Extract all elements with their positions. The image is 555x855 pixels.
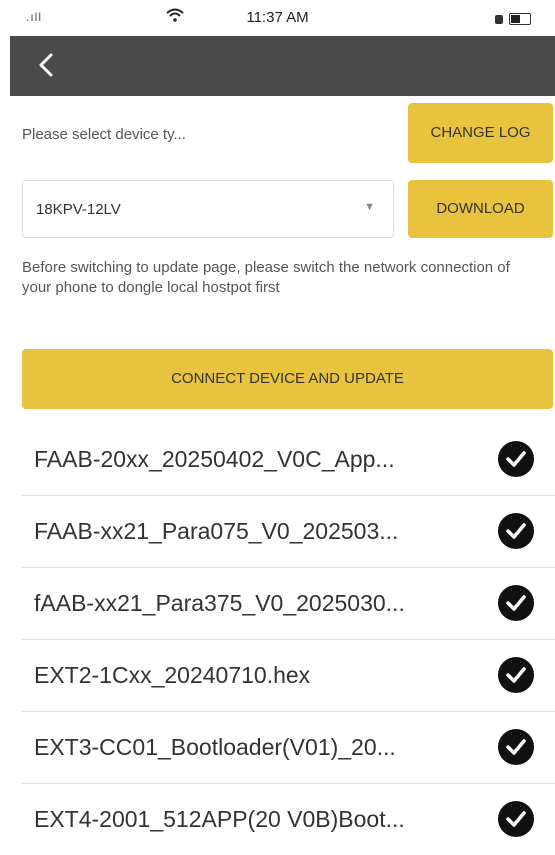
- device-type-value: 18KPV-12LV: [36, 201, 121, 218]
- chevron-left-icon[interactable]: [32, 50, 62, 80]
- checkmark-icon[interactable]: [498, 441, 534, 477]
- file-name: fAAB-xx21_Para375_V0_2025030...: [34, 590, 405, 616]
- checkmark-icon[interactable]: [498, 801, 534, 837]
- file-name: EXT3-CC01_Bootloader(V01)_20...: [34, 734, 396, 760]
- file-name: EXT4-2001_512APP(20 V0B)Boot...: [34, 806, 405, 832]
- dropdown-caret-icon: ▼: [364, 201, 375, 213]
- instruction-note: Before switching to update page, please …: [22, 259, 510, 296]
- file-name: FAAB-20xx_20250402_V0C_App...: [34, 446, 395, 472]
- list-item[interactable]: FAAB-20xx_20250402_V0C_App...: [22, 424, 555, 496]
- checkmark-icon[interactable]: [498, 657, 534, 693]
- file-name: EXT2-1Cxx_20240710.hex: [34, 662, 311, 688]
- nav-bar: [10, 36, 555, 96]
- list-item[interactable]: fAAB-xx21_Para375_V0_2025030...: [22, 568, 555, 640]
- device-type-select[interactable]: 18KPV-12LV ▼: [22, 180, 394, 238]
- file-name: FAAB-xx21_Para075_V0_202503...: [34, 518, 399, 544]
- orientation-lock-icon: [495, 14, 503, 24]
- status-time: 11:37 AM: [246, 9, 309, 26]
- change-log-button[interactable]: CHANGE LOG: [408, 103, 553, 163]
- checkmark-icon[interactable]: [498, 513, 534, 549]
- firmware-file-list: FAAB-20xx_20250402_V0C_App... FAAB-xx21_…: [22, 424, 555, 855]
- device-type-label: Please select device ty...: [22, 126, 186, 143]
- list-item[interactable]: EXT3-CC01_Bootloader(V01)_20...: [22, 712, 555, 784]
- list-item[interactable]: FAAB-xx21_Para075_V0_202503...: [22, 496, 555, 568]
- status-bar: .ıll 11:37 AM: [0, 0, 555, 36]
- checkmark-icon[interactable]: [498, 729, 534, 765]
- battery-icon: [495, 10, 531, 26]
- connect-device-and-update-button[interactable]: CONNECT DEVICE AND UPDATE: [22, 349, 553, 409]
- download-button[interactable]: DOWNLOAD: [408, 180, 553, 238]
- list-item[interactable]: EXT2-1Cxx_20240710.hex: [22, 640, 555, 712]
- checkmark-icon[interactable]: [498, 585, 534, 621]
- list-item[interactable]: EXT4-2001_512APP(20 V0B)Boot...: [22, 784, 555, 855]
